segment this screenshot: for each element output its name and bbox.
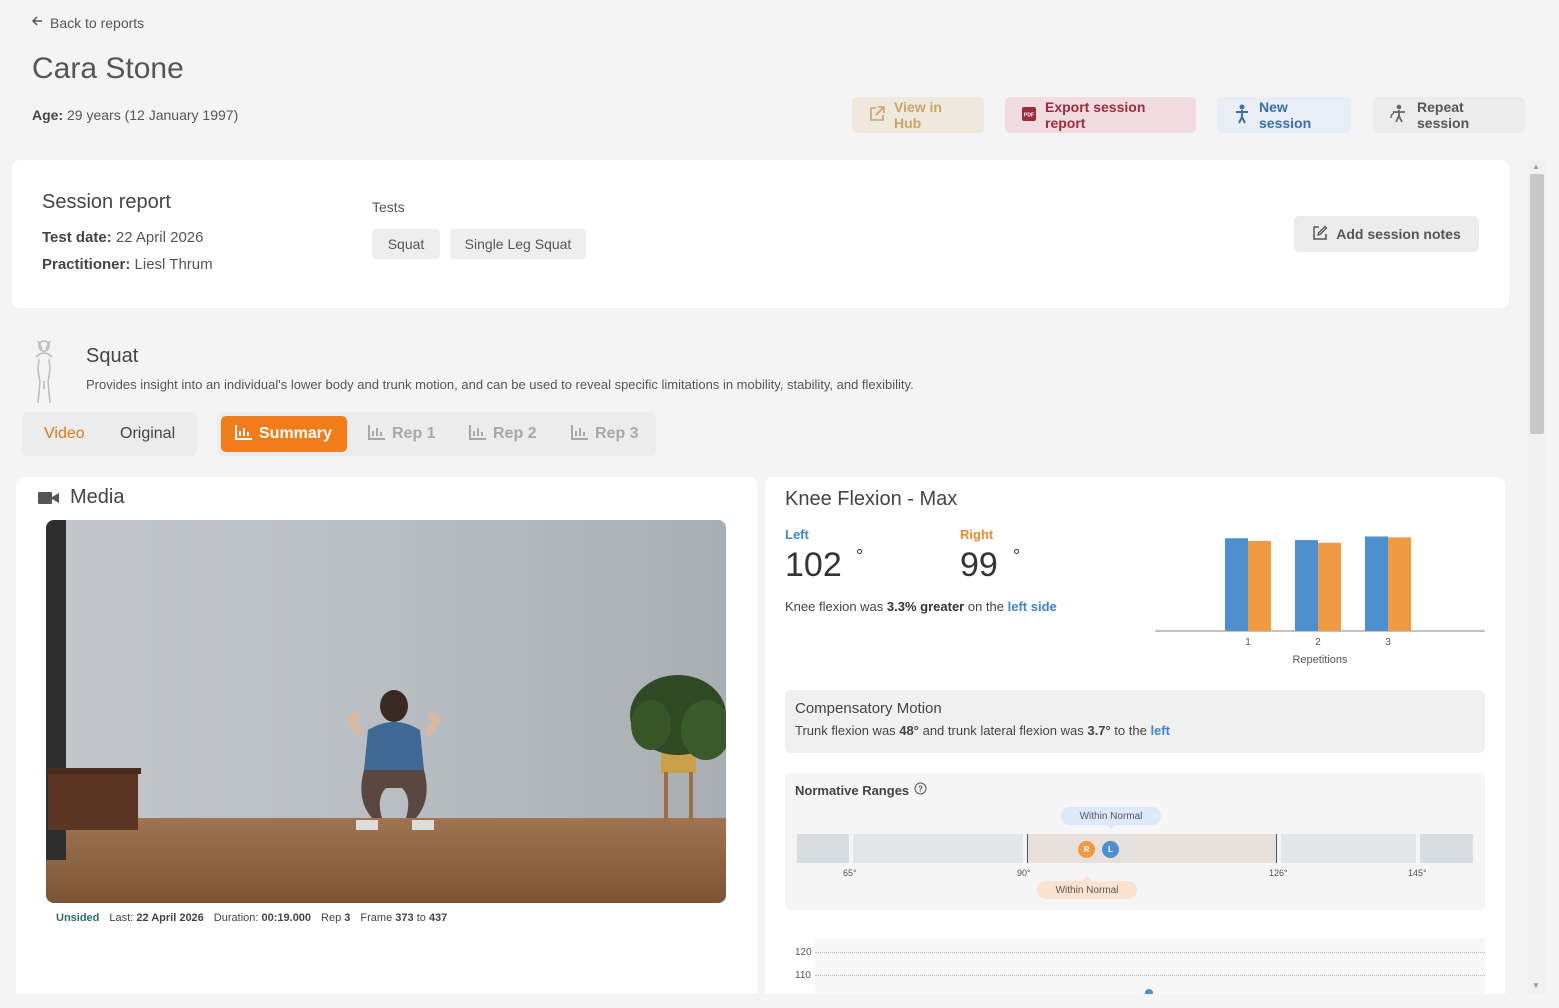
patient-name: Cara Stone bbox=[32, 52, 184, 85]
new-session-button[interactable]: New session bbox=[1217, 97, 1351, 133]
last-date: Last: 22 April 2026 bbox=[109, 912, 204, 924]
squat-figure-icon bbox=[28, 337, 60, 410]
knee-flexion-title: Knee Flexion - Max bbox=[785, 488, 958, 510]
scroll-down-icon[interactable]: ▼ bbox=[1532, 981, 1540, 990]
gridline bbox=[815, 952, 1485, 953]
right-marker: R bbox=[1078, 841, 1095, 858]
range-tick: 126° bbox=[1269, 868, 1288, 878]
rep-number: Rep 3 bbox=[321, 912, 351, 924]
scrollbar-thumb[interactable] bbox=[1530, 174, 1544, 434]
bar-right-rep-2 bbox=[1318, 542, 1341, 631]
y-tick: 120 bbox=[795, 947, 812, 958]
bar-left-rep-3 bbox=[1365, 536, 1388, 631]
left-value: 102 bbox=[785, 546, 842, 584]
session-report-title: Session report bbox=[42, 191, 171, 213]
view-in-hub-button[interactable]: View in Hub bbox=[852, 97, 984, 133]
session-report-card bbox=[12, 160, 1509, 308]
tab-rep-1[interactable]: Rep 1 bbox=[354, 416, 450, 452]
side-badge: Unsided bbox=[56, 912, 100, 924]
media-title: Media bbox=[70, 486, 125, 508]
bar-chart-icon bbox=[368, 424, 386, 445]
repeat-session-button[interactable]: Repeat session bbox=[1373, 97, 1525, 133]
svg-text:?: ? bbox=[918, 785, 923, 794]
repeat-person-icon bbox=[1389, 104, 1409, 127]
range-segment bbox=[1420, 834, 1473, 863]
within-normal-top-pill: Within Normal bbox=[1061, 807, 1161, 825]
pdf-icon: PDF bbox=[1021, 106, 1037, 125]
page-bottom bbox=[0, 994, 1559, 1008]
x-tick-label: 2 bbox=[1315, 637, 1321, 648]
x-axis-label: Repetitions bbox=[1292, 654, 1348, 666]
normative-title: Normative Ranges ? bbox=[795, 782, 927, 798]
bar-left-rep-1 bbox=[1225, 538, 1248, 631]
practitioner: Practitioner: Liesl Thrum bbox=[42, 256, 213, 273]
toggle-original[interactable]: Original bbox=[120, 418, 175, 450]
right-unit: ° bbox=[1013, 546, 1021, 566]
test-date: Test date: 22 April 2026 bbox=[42, 229, 204, 246]
x-tick-label: 1 bbox=[1245, 637, 1251, 648]
within-normal-bottom-pill: Within Normal bbox=[1037, 881, 1137, 899]
left-label: Left bbox=[785, 527, 809, 542]
right-label: Right bbox=[960, 527, 994, 542]
video-meta: Unsided Last: 22 April 2026 Duration: 00… bbox=[56, 912, 447, 924]
x-tick-label: 3 bbox=[1385, 637, 1391, 648]
range-tick: 145° bbox=[1408, 868, 1427, 878]
bar-chart-icon bbox=[469, 424, 487, 445]
frame-range: Frame 373 to 437 bbox=[360, 912, 448, 924]
patient-age: Age: 29 years (12 January 1997) bbox=[32, 107, 239, 123]
person-add-icon bbox=[1233, 104, 1251, 127]
normal-range-segment bbox=[1027, 834, 1277, 863]
left-unit: ° bbox=[856, 546, 864, 566]
external-link-icon bbox=[868, 105, 886, 126]
range-segment bbox=[853, 834, 1023, 863]
knee-flexion-summary: Knee flexion was 3.3% greater on the lef… bbox=[785, 599, 1057, 614]
bar-left-rep-2 bbox=[1295, 540, 1318, 631]
test-chip-single-leg-squat[interactable]: Single Leg Squat bbox=[450, 229, 586, 259]
compensatory-title: Compensatory Motion bbox=[795, 700, 942, 717]
pill-pointer bbox=[1106, 824, 1116, 829]
tests-label: Tests bbox=[372, 199, 405, 215]
range-segment bbox=[797, 834, 849, 863]
right-value: 99 bbox=[960, 546, 998, 584]
video-camera-icon bbox=[38, 490, 60, 511]
test-title: Squat bbox=[86, 345, 139, 367]
video-player[interactable] bbox=[46, 520, 726, 903]
bar-chart-icon bbox=[571, 424, 589, 445]
bar-right-rep-3 bbox=[1388, 537, 1411, 631]
range-segment bbox=[1281, 834, 1416, 863]
toggle-video[interactable]: Video bbox=[44, 418, 85, 450]
bar-right-rep-1 bbox=[1248, 541, 1271, 631]
export-session-report-button[interactable]: PDF Export session report bbox=[1005, 97, 1196, 133]
range-tick: 90° bbox=[1017, 868, 1031, 878]
edit-icon bbox=[1312, 225, 1328, 244]
knee-flexion-chart: 1 2 3 Repetitions bbox=[1155, 536, 1485, 666]
gridline bbox=[815, 975, 1485, 976]
help-circle-icon[interactable]: ? bbox=[914, 782, 927, 798]
arrow-left-icon bbox=[30, 14, 44, 31]
range-tick: 65° bbox=[843, 868, 857, 878]
add-session-notes-button[interactable]: Add session notes bbox=[1294, 216, 1479, 252]
svg-text:PDF: PDF bbox=[1024, 112, 1034, 118]
test-description: Provides insight into an individual's lo… bbox=[86, 377, 914, 392]
y-tick: 110 bbox=[795, 970, 811, 981]
compensatory-text: Trunk flexion was 48° and trunk lateral … bbox=[795, 723, 1170, 738]
back-label: Back to reports bbox=[50, 14, 145, 31]
tab-summary[interactable]: Summary bbox=[221, 416, 347, 452]
tab-rep-3[interactable]: Rep 3 bbox=[557, 416, 653, 452]
tab-rep-2[interactable]: Rep 2 bbox=[455, 416, 551, 452]
scroll-up-icon[interactable]: ▲ bbox=[1532, 162, 1540, 171]
test-chip-squat[interactable]: Squat bbox=[372, 229, 440, 259]
back-to-reports-link[interactable]: Back to reports bbox=[30, 14, 144, 31]
bar-chart-icon bbox=[235, 424, 253, 445]
duration: Duration: 00:19.000 bbox=[213, 912, 312, 924]
left-marker: L bbox=[1102, 841, 1119, 858]
